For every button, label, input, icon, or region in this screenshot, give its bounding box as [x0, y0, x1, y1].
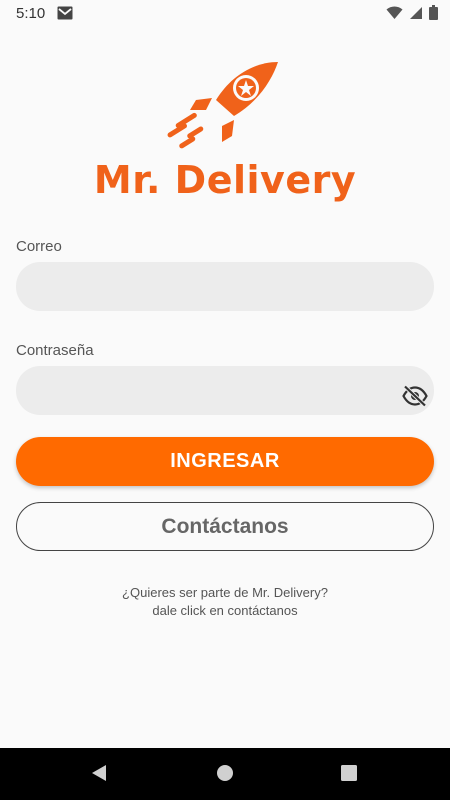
- signal-icon: [409, 6, 423, 25]
- info-text: ¿Quieres ser parte de Mr. Delivery? dale…: [0, 584, 450, 620]
- home-icon[interactable]: [216, 764, 234, 787]
- mail-icon: [57, 6, 73, 25]
- status-time: 5:10: [16, 5, 46, 22]
- app-logo: Mr. Delivery: [0, 58, 450, 202]
- battery-icon: [429, 5, 438, 25]
- back-icon[interactable]: [90, 764, 108, 787]
- info-line-2: dale click en contáctanos: [152, 603, 298, 618]
- contact-button[interactable]: Contáctanos: [16, 502, 434, 551]
- logo-text: Mr. Delivery: [93, 158, 357, 202]
- email-label: Correo: [16, 238, 62, 255]
- login-button[interactable]: INGRESAR: [16, 437, 434, 486]
- rocket-icon: [167, 62, 278, 149]
- eye-off-icon[interactable]: [402, 385, 428, 407]
- login-screen: 5:10 Mr. Delivery Correo Contraseña INGR…: [0, 0, 450, 800]
- recents-icon[interactable]: [341, 764, 357, 787]
- status-bar: 5:10: [0, 0, 450, 26]
- wifi-icon: [386, 5, 403, 25]
- email-field[interactable]: [16, 262, 434, 311]
- password-label: Contraseña: [16, 342, 94, 359]
- info-line-1: ¿Quieres ser parte de Mr. Delivery?: [122, 585, 328, 600]
- password-field[interactable]: [16, 366, 434, 415]
- status-icons: [386, 5, 438, 25]
- navigation-bar: [0, 748, 450, 800]
